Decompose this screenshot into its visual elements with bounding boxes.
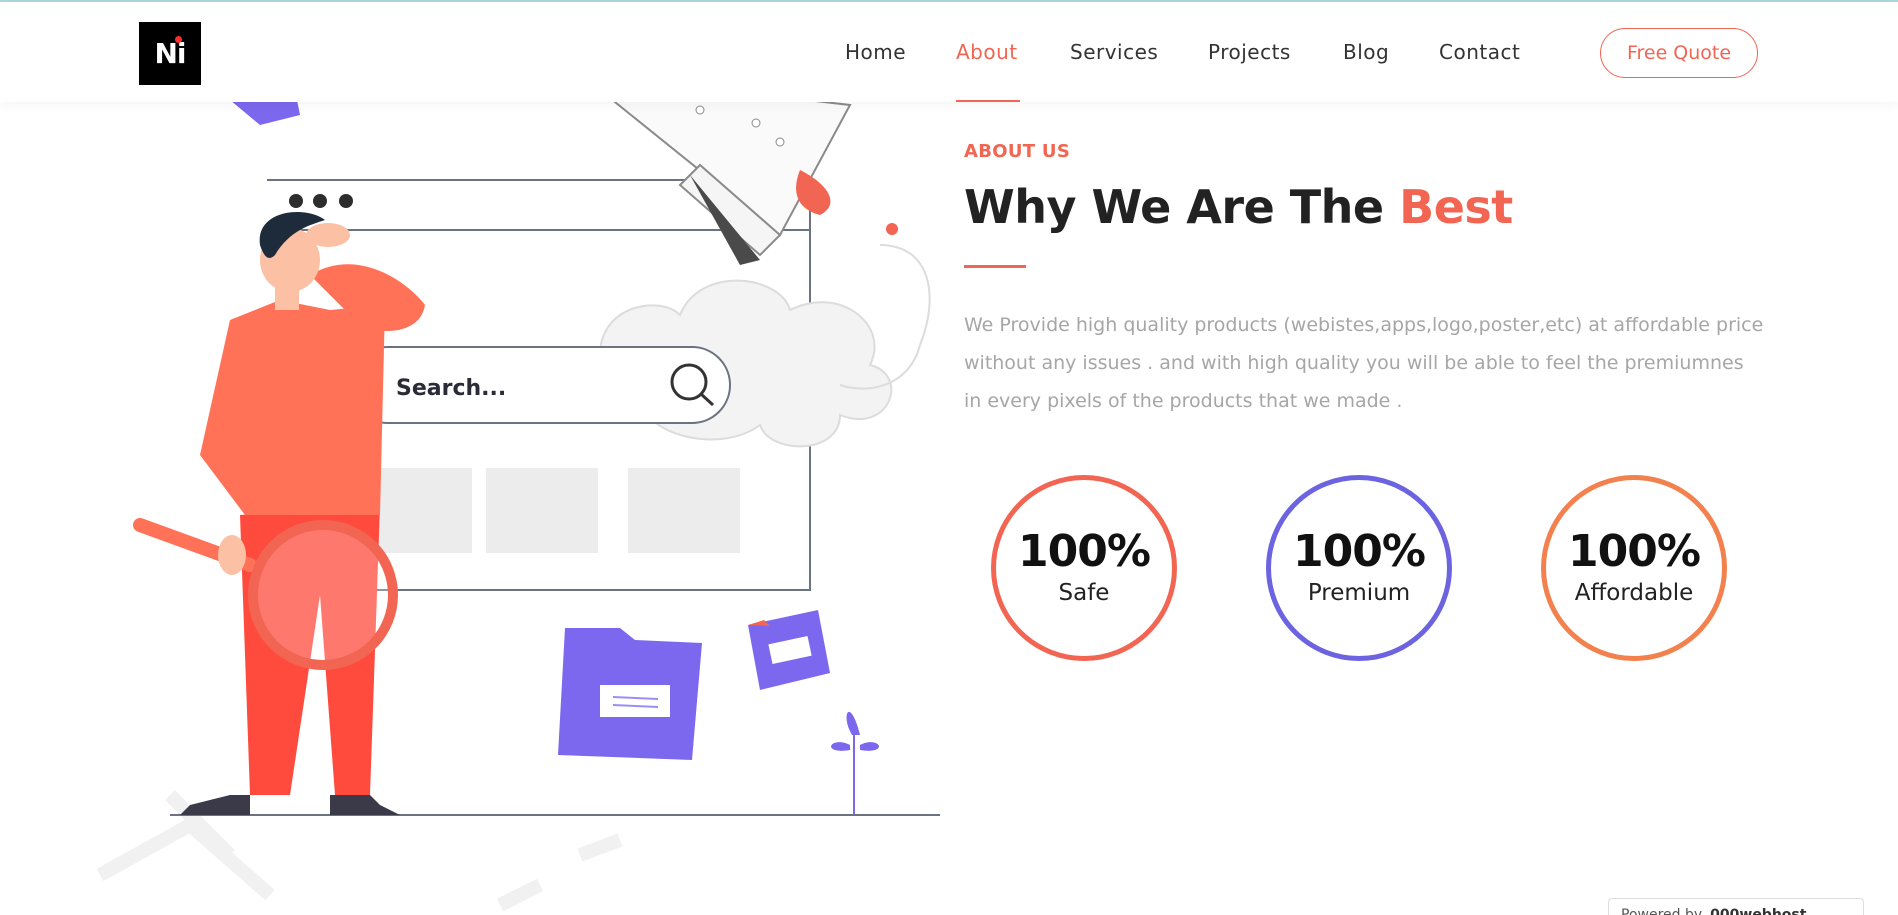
powered-by-prefix: Powered by <box>1621 907 1703 915</box>
folder-icon-large <box>558 628 702 760</box>
nav-about[interactable]: About <box>956 40 1018 64</box>
powered-by-badge[interactable]: Powered by 000webhost <box>1608 898 1864 915</box>
headline-accent: Best <box>1399 180 1513 234</box>
headline-underline <box>964 265 1026 268</box>
stat-value: 100% <box>1568 526 1701 577</box>
plant-graphic <box>831 711 879 815</box>
nav-projects[interactable]: Projects <box>1208 40 1291 64</box>
page: Search... Ni Home About Services Project… <box>0 0 1898 915</box>
stat-circle-premium: 100% Premium <box>1266 475 1452 661</box>
stat-label: Safe <box>1058 580 1110 606</box>
stat-label: Affordable <box>1574 580 1694 606</box>
site-header: Ni Home About Services Projects Blog Con… <box>0 2 1898 102</box>
stat-value: 100% <box>1018 526 1151 577</box>
red-dot <box>886 223 898 235</box>
hero-illustration: Search... <box>96 95 940 912</box>
section-description: We Provide high quality products (webist… <box>964 314 1764 412</box>
section-eyebrow: ABOUT US <box>964 141 1071 162</box>
stat-circle-safe: 100% Safe <box>991 475 1177 661</box>
section-headline: Why We Are The Best <box>964 180 1513 234</box>
nav-active-underline <box>956 100 1020 102</box>
stat-value: 100% <box>1293 526 1426 577</box>
nav-home[interactable]: Home <box>845 40 906 64</box>
folder-icon-small <box>748 610 830 690</box>
headline-prefix: Why We Are The <box>964 180 1384 234</box>
nav-contact[interactable]: Contact <box>1439 40 1520 64</box>
nav-services[interactable]: Services <box>1070 40 1158 64</box>
site-logo[interactable]: Ni <box>139 22 201 85</box>
logo-dot-icon <box>175 36 182 43</box>
free-quote-button[interactable]: Free Quote <box>1600 28 1758 78</box>
nav-blog[interactable]: Blog <box>1343 40 1389 64</box>
stat-label: Premium <box>1307 580 1411 606</box>
powered-by-brand: 000webhost <box>1710 907 1807 915</box>
stat-circle-affordable: 100% Affordable <box>1541 475 1727 661</box>
illustration-search-text: Search... <box>396 376 506 401</box>
